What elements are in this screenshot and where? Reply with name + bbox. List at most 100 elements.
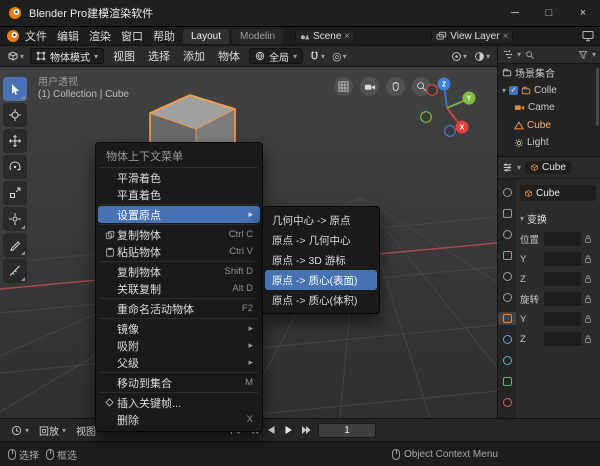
current-frame-field[interactable]: 1 xyxy=(318,423,376,438)
menu-item-set-origin[interactable]: 设置原点▸ xyxy=(98,206,260,223)
menu-item-shade-smooth[interactable]: 平滑着色 xyxy=(98,169,260,186)
view-layer-remove-icon[interactable]: × xyxy=(503,31,509,42)
data-properties-tab[interactable] xyxy=(500,375,514,388)
outliner-editor-icon[interactable] xyxy=(502,49,513,60)
menu-item-origin-to-center-of-mass-volume[interactable]: 原点 -> 质心(体积) xyxy=(265,290,377,310)
minimize-button[interactable]: ─ xyxy=(498,0,532,26)
menu-item-rename-active-object[interactable]: 重命名活动物体F2 xyxy=(98,300,260,317)
outliner-row-camera[interactable]: Came xyxy=(498,99,600,117)
snap-toggle[interactable]: ▾ xyxy=(306,51,328,62)
measure-tool[interactable] xyxy=(3,259,27,283)
timeline-menu-playback[interactable]: 回放 ▾ xyxy=(34,423,71,438)
menu-item-parent[interactable]: 父级▸ xyxy=(98,354,260,371)
menu-item-move-to-collection[interactable]: 移动到集合M xyxy=(98,374,260,391)
axis-z-negative-ball[interactable] xyxy=(445,126,456,137)
cursor-tool[interactable] xyxy=(3,103,27,127)
viewport-menu-select[interactable]: 选择 xyxy=(142,48,176,64)
scene-properties-tab[interactable] xyxy=(500,270,514,283)
lock-icon[interactable] xyxy=(584,334,592,344)
play-button[interactable] xyxy=(282,423,296,437)
outliner-scrollbar[interactable] xyxy=(596,68,599,126)
scene-unlink-icon[interactable]: × xyxy=(344,31,350,42)
outliner-row-cube[interactable]: Cube xyxy=(498,117,600,135)
lock-icon[interactable] xyxy=(584,294,592,304)
next-keyframe-button[interactable] xyxy=(300,423,314,437)
lock-icon[interactable] xyxy=(584,234,592,244)
editor-type-button[interactable]: ▾ xyxy=(4,50,27,62)
rotation-y-field[interactable] xyxy=(544,312,581,326)
shading-mode-switch[interactable]: ▾ xyxy=(471,51,493,62)
transform-orientation-selector[interactable]: 全局 ▾ xyxy=(249,48,303,64)
outliner-row-collection[interactable]: ▾ ✓ Colle xyxy=(498,82,600,100)
axis-x-negative-ball[interactable] xyxy=(427,85,438,96)
menu-item-snap[interactable]: 吸附▸ xyxy=(98,337,260,354)
navigation-gizmo[interactable]: Z Y X xyxy=(402,70,482,142)
menu-edit[interactable]: 编辑 xyxy=(52,28,84,44)
viewlayer-properties-tab[interactable] xyxy=(500,249,514,262)
modifier-properties-tab[interactable] xyxy=(500,333,514,346)
camera-view-button[interactable] xyxy=(360,77,379,96)
search-icon[interactable] xyxy=(525,50,535,60)
object-properties-tab[interactable] xyxy=(498,312,516,325)
move-tool[interactable] xyxy=(3,129,27,153)
workspace-tab-modeling[interactable]: Modelin xyxy=(232,29,283,44)
menu-item-origin-to-center-of-mass-surface[interactable]: 原点 -> 质心(表面) xyxy=(265,270,377,290)
scale-tool[interactable] xyxy=(3,181,27,205)
axis-y-negative-ball[interactable] xyxy=(421,112,432,123)
viewport-menu-object[interactable]: 物体 xyxy=(212,48,246,64)
collection-expand-icon[interactable]: ▾ xyxy=(502,86,506,95)
transform-tool[interactable] xyxy=(3,207,27,231)
menu-help[interactable]: 帮助 xyxy=(148,28,180,44)
tool-properties-tab[interactable] xyxy=(500,186,514,199)
menu-item-shade-flat[interactable]: 平直着色 xyxy=(98,186,260,203)
physics-properties-tab[interactable] xyxy=(500,354,514,367)
view-layer-selector[interactable]: View Layer × xyxy=(431,29,513,44)
render-properties-tab[interactable] xyxy=(500,207,514,220)
menu-window[interactable]: 窗口 xyxy=(116,28,148,44)
menu-item-origin-to-3d-cursor[interactable]: 原点 -> 3D 游标 xyxy=(265,250,377,270)
viewport-menu-view[interactable]: 视图 xyxy=(107,48,141,64)
object-name-field[interactable]: Cube xyxy=(520,185,596,201)
overlays-toggle[interactable]: ▾ xyxy=(448,51,470,62)
material-properties-tab[interactable] xyxy=(500,396,514,409)
menu-file[interactable]: 文件 xyxy=(20,28,52,44)
menu-item-insert-keyframe[interactable]: 插入关键帧... xyxy=(98,394,260,411)
menu-item-paste-objects[interactable]: 粘贴物体Ctrl V xyxy=(98,243,260,260)
menu-render[interactable]: 渲染 xyxy=(84,28,116,44)
maximize-button[interactable]: □ xyxy=(532,0,566,26)
lock-icon[interactable] xyxy=(584,274,592,284)
collection-checkbox[interactable]: ✓ xyxy=(509,86,518,95)
proportional-edit-toggle[interactable]: ◎ ▾ xyxy=(329,50,350,63)
lock-icon[interactable] xyxy=(584,314,592,324)
rotate-tool[interactable] xyxy=(3,155,27,179)
menu-item-duplicate-objects[interactable]: 复制物体Shift D xyxy=(98,263,260,280)
close-button[interactable]: × xyxy=(566,0,600,26)
timeline-editor-button[interactable]: ▾ xyxy=(6,425,34,436)
scene-selector[interactable]: Scene × xyxy=(295,29,355,44)
location-x-field[interactable] xyxy=(544,232,581,246)
play-reverse-button[interactable] xyxy=(264,423,278,437)
grid-ortho-button[interactable] xyxy=(334,77,353,96)
rotation-x-field[interactable] xyxy=(544,292,581,306)
location-y-field[interactable] xyxy=(544,252,581,266)
viewport-menu-add[interactable]: 添加 xyxy=(177,48,211,64)
menu-item-geometry-to-origin[interactable]: 几何中心 -> 原点 xyxy=(265,210,377,230)
menu-item-origin-to-geometry[interactable]: 原点 -> 几何中心 xyxy=(265,230,377,250)
rotation-z-field[interactable] xyxy=(544,332,581,346)
menu-item-delete[interactable]: 删除X xyxy=(98,411,260,428)
menu-item-copy-objects[interactable]: 复制物体Ctrl C xyxy=(98,226,260,243)
world-properties-tab[interactable] xyxy=(500,291,514,304)
outliner-row-scene-collection[interactable]: 场景集合 xyxy=(498,64,600,82)
filter-icon[interactable] xyxy=(578,50,588,60)
transform-section-header[interactable]: ▾ 变换 xyxy=(520,211,596,226)
annotate-tool[interactable] xyxy=(3,233,27,257)
properties-editor-icon[interactable] xyxy=(502,162,513,173)
outliner-row-light[interactable]: Light xyxy=(498,134,600,152)
output-properties-tab[interactable] xyxy=(500,228,514,241)
menu-item-mirror[interactable]: 镜像▸ xyxy=(98,320,260,337)
menu-item-duplicate-linked[interactable]: 关联复制Alt D xyxy=(98,280,260,297)
lock-icon[interactable] xyxy=(584,254,592,264)
mode-selector[interactable]: 物体模式 ▾ xyxy=(30,48,104,64)
screen-layout-icon[interactable] xyxy=(582,30,594,42)
location-z-field[interactable] xyxy=(544,272,581,286)
